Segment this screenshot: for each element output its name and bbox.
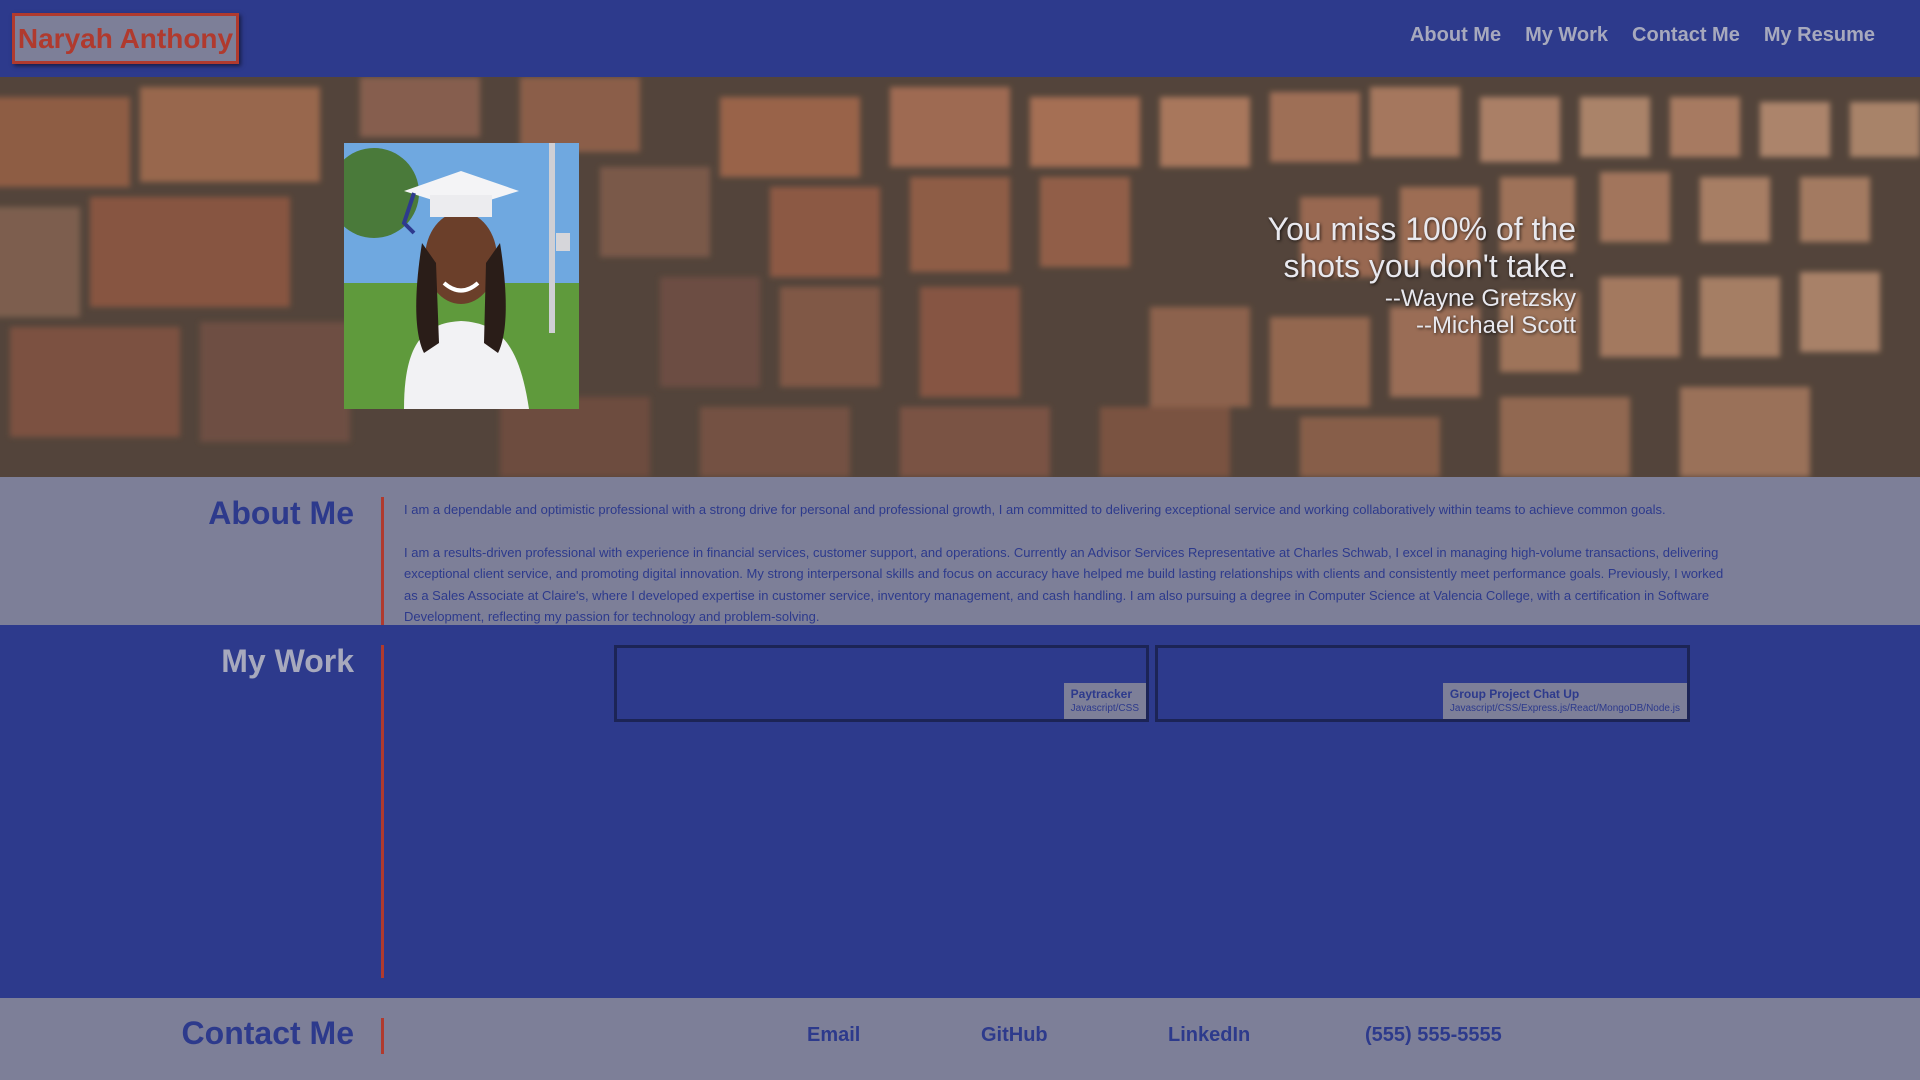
- quote-attribution-1: --Wayne Gretzsky: [1384, 285, 1576, 312]
- nav-my-resume[interactable]: My Resume: [1764, 24, 1875, 47]
- linkedin-link[interactable]: LinkedIn: [1168, 1024, 1250, 1047]
- project-title: Group Project Chat Up: [1449, 687, 1580, 701]
- nav-my-work[interactable]: My Work: [1525, 24, 1608, 47]
- about-divider: [381, 497, 384, 625]
- project-tech: Javascript/CSS: [1070, 703, 1139, 714]
- about-heading: About Me: [208, 495, 354, 531]
- about-paragraph-2: I am a results-driven professional with …: [404, 544, 1724, 625]
- work-heading: My Work: [221, 643, 354, 679]
- contact-heading: Contact Me: [181, 1015, 354, 1051]
- about-section: About Me I am a dependable and optimisti…: [0, 477, 1920, 625]
- hero-quote: You miss 100% of the shots you don't tak…: [1268, 211, 1576, 339]
- project-title: Paytracker: [1070, 687, 1133, 701]
- about-text: I am a dependable and optimistic profess…: [404, 499, 1734, 628]
- nav-about-me[interactable]: About Me: [1410, 24, 1501, 47]
- project-label: Group Project Chat Up Javascript/CSS/Exp…: [1442, 683, 1687, 719]
- work-divider: [381, 645, 384, 978]
- project-card-chat-up[interactable]: Group Project Chat Up Javascript/CSS/Exp…: [1155, 645, 1690, 722]
- contact-divider: [381, 1018, 384, 1054]
- contact-section: Contact Me Email GitHub LinkedIn (555) 5…: [0, 998, 1920, 1080]
- quote-line-1: You miss 100% of the: [1267, 211, 1576, 247]
- email-link[interactable]: Email: [807, 1024, 860, 1047]
- project-tech: Javascript/CSS/Express.js/React/MongoDB/…: [1449, 703, 1680, 714]
- about-paragraph-1: I am a dependable and optimistic profess…: [404, 502, 1666, 517]
- phone-number[interactable]: (555) 555-5555: [1365, 1024, 1502, 1047]
- project-card-paytracker[interactable]: Paytracker Javascript/CSS: [614, 645, 1149, 722]
- top-navbar: Naryah Anthony About Me My Work Contact …: [0, 0, 1920, 77]
- github-link[interactable]: GitHub: [981, 1024, 1048, 1047]
- brick-wall-background: [0, 77, 1920, 477]
- quote-line-2: shots you don't take.: [1283, 248, 1576, 284]
- brand-name[interactable]: Naryah Anthony: [12, 13, 239, 64]
- main-nav: About Me My Work Contact Me My Resume: [1410, 24, 1875, 47]
- hero-banner: You miss 100% of the shots you don't tak…: [0, 77, 1920, 477]
- quote-attribution-2: --Michael Scott: [1415, 312, 1576, 339]
- work-section: My Work Paytracker Javascript/CSS Group …: [0, 625, 1920, 998]
- project-label: Paytracker Javascript/CSS: [1063, 683, 1146, 719]
- profile-photo: [344, 143, 579, 409]
- nav-contact-me[interactable]: Contact Me: [1632, 24, 1740, 47]
